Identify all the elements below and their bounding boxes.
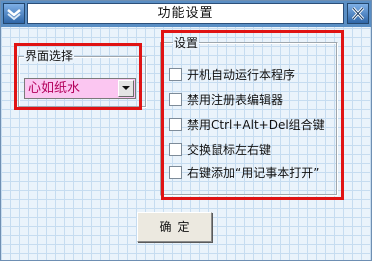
swap-mouse-buttons-checkbox[interactable] <box>169 143 182 156</box>
settings-group-label: 设置 <box>173 36 200 50</box>
chevron-down-icon <box>122 86 130 90</box>
window-title: 功能设置 <box>27 3 344 24</box>
theme-select-dropdown-button[interactable] <box>118 80 134 97</box>
disable-ctrl-alt-del-checkbox[interactable] <box>169 118 182 131</box>
appearance-group-label: 界面选择 <box>24 49 75 63</box>
option-label: 开机自动运行本程序 <box>187 68 296 82</box>
option-label: 右键添加“用记事本打开” <box>187 166 320 180</box>
disable-regedit-checkbox[interactable] <box>169 93 182 106</box>
autostart-checkbox[interactable] <box>169 68 182 81</box>
theme-select[interactable]: 心如纸水 <box>24 78 136 99</box>
settings-window: 功能设置 界面选择 心如纸水 设置 开机自动运行本程序 禁用注册表编辑器 禁用C… <box>0 0 372 261</box>
notepad-context-menu-checkbox[interactable] <box>169 166 182 179</box>
ok-button[interactable]: 确定 <box>137 212 212 242</box>
title-bar: 功能设置 <box>1 1 371 27</box>
option-label: 禁用Ctrl+Alt+Del组合键 <box>187 118 325 132</box>
option-label: 禁用注册表编辑器 <box>187 93 284 107</box>
app-icon[interactable] <box>3 3 25 24</box>
theme-select-value: 心如纸水 <box>28 81 81 96</box>
option-label: 交换鼠标左右键 <box>187 143 272 157</box>
close-icon[interactable] <box>347 3 369 24</box>
